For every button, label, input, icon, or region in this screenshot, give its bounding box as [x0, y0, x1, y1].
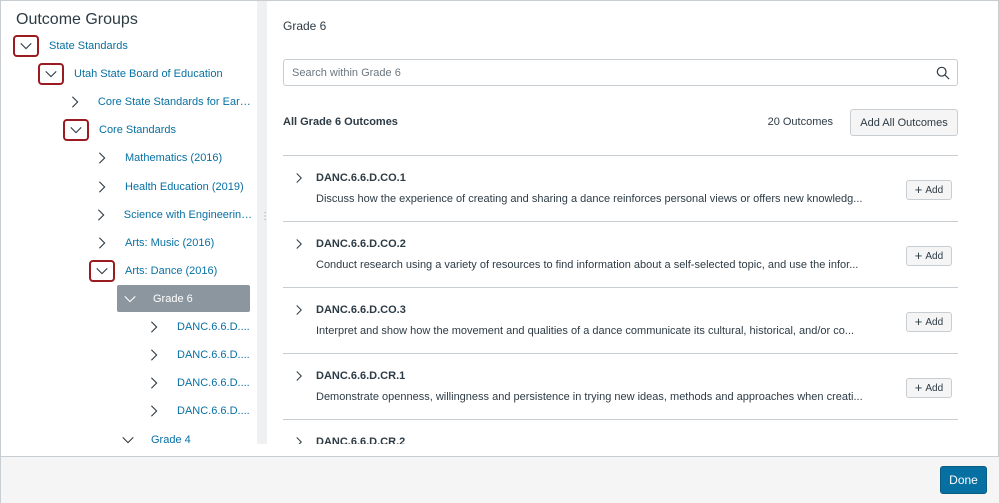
outcome-row: DANC.6.6.D.CO.3 Interpret and show how t… — [283, 287, 958, 353]
tree-item-label: Science with Engineering ... — [123, 209, 253, 221]
outcome-description: Demonstrate openness, willingness and pe… — [316, 391, 863, 403]
chevron-down-icon[interactable] — [115, 429, 141, 444]
tree-item-outcome[interactable]: DANC.6.6.D.... — [141, 314, 250, 340]
outcome-code: DANC.6.6.D.CR.2 — [316, 436, 406, 444]
chevron-right-icon[interactable] — [89, 204, 114, 226]
add-outcome-button[interactable]: + Add — [906, 180, 952, 200]
outcome-row: DANC.6.6.D.CO.2 Conduct research using a… — [283, 221, 958, 287]
tree-item-label: Core State Standards for Early ... — [97, 96, 253, 108]
tree-item-mathematics[interactable]: Mathematics (2016) — [89, 145, 222, 171]
search-icon[interactable] — [929, 66, 957, 80]
tree-item-label: Grade 6 — [153, 292, 193, 305]
chevron-down-icon[interactable] — [89, 260, 115, 282]
chevron-right-icon[interactable] — [293, 172, 305, 184]
outcome-code: DANC.6.6.D.CO.1 — [316, 172, 406, 184]
sidebar-title: Outcome Groups — [16, 11, 138, 28]
tree-item-label: Arts: Music (2016) — [125, 237, 215, 249]
chevron-right-icon[interactable] — [141, 344, 167, 366]
modal-footer: Done — [1, 456, 999, 503]
outcome-groups-sidebar: Outcome Groups State Standards Utah Stat… — [1, 1, 257, 444]
chevron-down-icon[interactable] — [13, 35, 39, 57]
chevron-right-icon[interactable] — [89, 176, 115, 198]
tree-item-state-standards[interactable]: State Standards — [13, 33, 128, 59]
add-label: Add — [925, 382, 944, 394]
tree-item-outcome[interactable]: DANC.6.6.D.... — [141, 342, 250, 368]
done-button[interactable]: Done — [940, 466, 987, 494]
tree-item-label: Core Standards — [99, 124, 177, 136]
outcome-row: DANC.6.6.D.CR.2 — [283, 419, 958, 444]
chevron-right-icon[interactable] — [293, 436, 305, 444]
tree-item-label: Health Education (2019) — [125, 181, 244, 193]
tree-item-label: Grade 4 — [151, 434, 191, 444]
chevron-right-icon[interactable] — [63, 91, 88, 113]
plus-icon: + — [914, 182, 923, 197]
tree-item-label: DANC.6.6.D.... — [177, 405, 250, 417]
chevron-down-icon[interactable] — [63, 119, 89, 141]
plus-icon: + — [914, 314, 923, 329]
plus-icon: + — [914, 248, 923, 263]
outcomes-list-title: All Grade 6 Outcomes — [283, 116, 398, 128]
tree-item-label: DANC.6.6.D.... — [177, 321, 250, 333]
tree-item-label: DANC.6.6.D.... — [177, 377, 250, 389]
tree-item-outcome[interactable]: DANC.6.6.D.... — [141, 398, 250, 424]
outcome-row: DANC.6.6.D.CR.1 Demonstrate openness, wi… — [283, 353, 958, 419]
outcome-description: Conduct research using a variety of reso… — [316, 259, 859, 271]
tree-item-label: Utah State Board of Education — [74, 68, 223, 80]
chevron-right-icon[interactable] — [141, 316, 167, 338]
tree-item-label: Arts: Dance (2016) — [125, 265, 218, 277]
tree-item-health-education[interactable]: Health Education (2019) — [89, 174, 244, 200]
outcome-code: DANC.6.6.D.CO.3 — [316, 304, 406, 316]
chevron-right-icon[interactable] — [89, 232, 115, 254]
tree-item-arts-dance[interactable]: Arts: Dance (2016) — [89, 258, 217, 284]
tree-item-science-engineering[interactable]: Science with Engineering ... — [89, 202, 253, 228]
plus-icon: + — [914, 380, 923, 395]
tree-item-arts-music[interactable]: Arts: Music (2016) — [89, 230, 214, 256]
outcome-description: Interpret and show how the movement and … — [316, 325, 855, 337]
chevron-down-icon[interactable] — [38, 63, 64, 85]
tree-item-label: State Standards — [49, 40, 128, 52]
chevron-right-icon[interactable] — [293, 304, 305, 316]
chevron-down-icon[interactable] — [117, 288, 143, 310]
chevron-right-icon[interactable] — [293, 370, 305, 382]
tree-item-grade-4[interactable]: Grade 4 — [115, 427, 191, 444]
tree-item-core-standards[interactable]: Core Standards — [63, 117, 176, 143]
outcomes-list: DANC.6.6.D.CO.1 Discuss how the experien… — [283, 155, 958, 444]
chevron-right-icon[interactable] — [89, 147, 115, 169]
tree-item-label: Mathematics (2016) — [125, 152, 223, 164]
outcomes-count: 20 Outcomes — [767, 116, 833, 128]
tree-item-utah-state-board[interactable]: Utah State Board of Education — [38, 61, 223, 87]
outcome-row: DANC.6.6.D.CO.1 Discuss how the experien… — [283, 155, 958, 221]
add-label: Add — [925, 316, 944, 328]
tree-item-label: DANC.6.6.D.... — [177, 349, 250, 361]
add-label: Add — [925, 250, 944, 262]
search-input[interactable] — [284, 60, 929, 85]
add-outcome-button[interactable]: + Add — [906, 378, 952, 398]
tree-item-grade-6[interactable]: Grade 6 — [117, 285, 250, 312]
outcome-code: DANC.6.6.D.CO.2 — [316, 238, 406, 250]
group-title: Grade 6 — [283, 19, 327, 33]
chevron-right-icon[interactable] — [293, 238, 305, 250]
add-outcome-button[interactable]: + Add — [906, 312, 952, 332]
outcome-code: DANC.6.6.D.CR.1 — [316, 370, 406, 382]
outcomes-list-header: All Grade 6 Outcomes 20 Outcomes Add All… — [283, 109, 958, 137]
chevron-right-icon[interactable] — [141, 400, 167, 422]
panel-resize-handle[interactable]: ⋮ — [257, 1, 270, 444]
tree-item-core-state-standards-early[interactable]: Core State Standards for Early ... — [63, 89, 253, 115]
tree-item-outcome[interactable]: DANC.6.6.D.... — [141, 370, 250, 396]
search-box — [283, 59, 958, 86]
add-all-outcomes-button[interactable]: Add All Outcomes — [850, 109, 958, 136]
outcomes-main-panel: Grade 6 All Grade 6 Outcomes 20 Outcomes… — [267, 1, 999, 444]
add-outcome-button[interactable]: + Add — [906, 246, 952, 266]
outcome-description: Discuss how the experience of creating a… — [316, 193, 863, 205]
drag-handle-icon: ⋮ — [260, 211, 270, 222]
add-label: Add — [925, 184, 944, 196]
chevron-right-icon[interactable] — [141, 372, 167, 394]
outcomes-modal: Outcome Groups State Standards Utah Stat… — [0, 0, 999, 503]
